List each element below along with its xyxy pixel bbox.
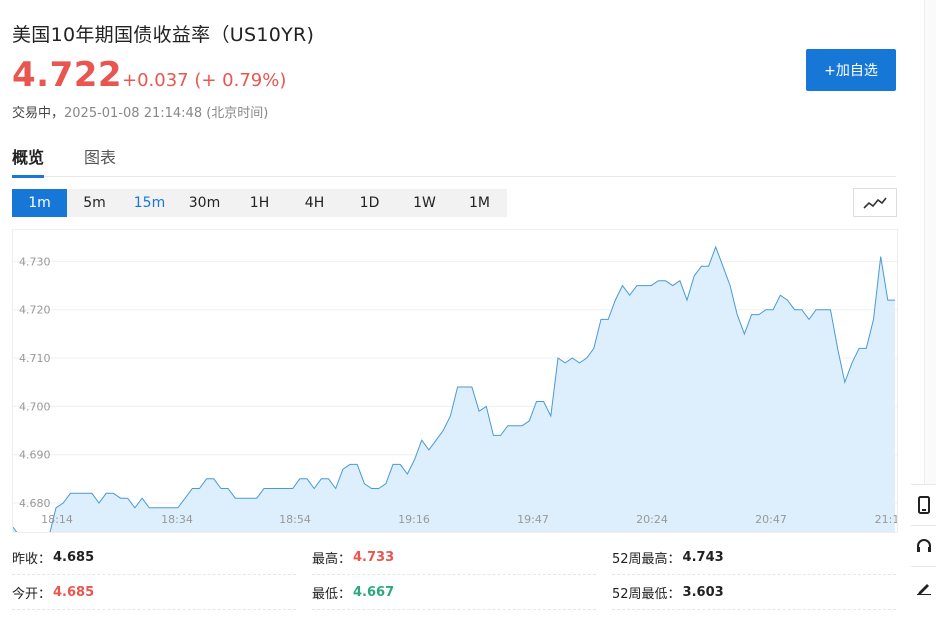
interval-selector: 1m 5m 15m 30m 1H 4H 1D 1W 1M [12,189,507,217]
y-tick-label: 4.730 [19,255,51,268]
stat-value: 4.743 [682,549,724,565]
stat-label: 今开： [12,586,52,602]
x-tick-label: 20:47 [755,513,787,526]
stat-low: 最低： 4.667 [312,575,596,610]
interval-1m[interactable]: 1m [12,189,67,217]
y-tick-label: 4.680 [19,497,51,510]
scrollbar[interactable] [924,0,936,484]
x-tick-label: 18:54 [279,513,311,526]
stat-label: 52周最低： [612,586,681,602]
stat-52w-low: 52周最低： 3.603 [612,575,896,610]
x-tick-label: 18:34 [161,513,193,526]
mobile-phone-icon [917,496,930,514]
support-button[interactable] [911,525,936,566]
stat-label: 最低： [312,586,352,602]
price-change: +0.037 (+ 0.79%) [122,70,287,91]
stat-52w-high: 52周最高： 4.743 [612,540,896,575]
feedback-button[interactable] [911,566,936,607]
timestamp: 2025-01-08 21:14:48 (北京时间) [64,106,269,121]
headset-icon [916,539,931,552]
line-chart-icon [863,197,887,209]
interval-1mo[interactable]: 1M [452,189,507,217]
mobile-button[interactable] [911,484,936,525]
stat-open: 今开： 4.685 [12,575,296,610]
floating-sidebar [911,484,936,607]
interval-1w[interactable]: 1W [397,189,452,217]
stat-value: 4.685 [53,549,95,565]
interval-15m[interactable]: 15m [122,189,177,217]
y-tick-label: 4.710 [19,352,51,365]
tab-bar: 概览 图表 [12,144,896,178]
chart-type-button[interactable] [853,188,897,217]
price-chart-svg: 4.7304.7204.7104.7004.6904.6804.67018:14… [13,245,897,532]
interval-5m[interactable]: 5m [67,189,122,217]
trading-status: 交易中，2025-01-08 21:14:48 (北京时间) [12,102,268,121]
tab-chart[interactable]: 图表 [84,144,116,175]
stat-label: 最高： [312,551,352,567]
current-price: 4.722 [12,55,123,95]
pencil-icon [916,584,931,595]
stat-value: 3.603 [682,584,724,600]
tab-overview[interactable]: 概览 [12,144,45,178]
stat-high: 最高： 4.733 [312,540,596,575]
y-tick-label: 4.720 [19,304,51,317]
stat-value: 4.685 [53,584,95,600]
stat-label: 52周最高： [612,551,681,567]
page-title: 美国10年期国债收益率（US10YR) [12,24,315,46]
area-fill [13,246,895,532]
x-tick-label: 18:14 [41,513,73,526]
add-watchlist-button[interactable]: +加自选 [806,49,896,91]
stat-value: 4.733 [353,549,395,565]
interval-1h[interactable]: 1H [232,189,287,217]
stat-prev-close: 昨收： 4.685 [12,540,296,575]
interval-1d[interactable]: 1D [342,189,397,217]
y-tick-label: 4.700 [19,400,51,413]
status-label: 交易中， [12,106,65,121]
y-tick-label: 4.690 [19,449,51,462]
x-tick-label: 20:24 [636,513,668,526]
stat-value: 4.667 [353,584,395,600]
interval-30m[interactable]: 30m [177,189,232,217]
x-tick-label: 19:47 [517,513,549,526]
x-tick-label: 21:1 [875,513,897,526]
x-tick-label: 19:16 [398,513,430,526]
stat-label: 昨收： [12,551,52,567]
interval-4h[interactable]: 4H [287,189,342,217]
price-chart[interactable]: 4.7304.7204.7104.7004.6904.6804.67018:14… [12,229,898,533]
